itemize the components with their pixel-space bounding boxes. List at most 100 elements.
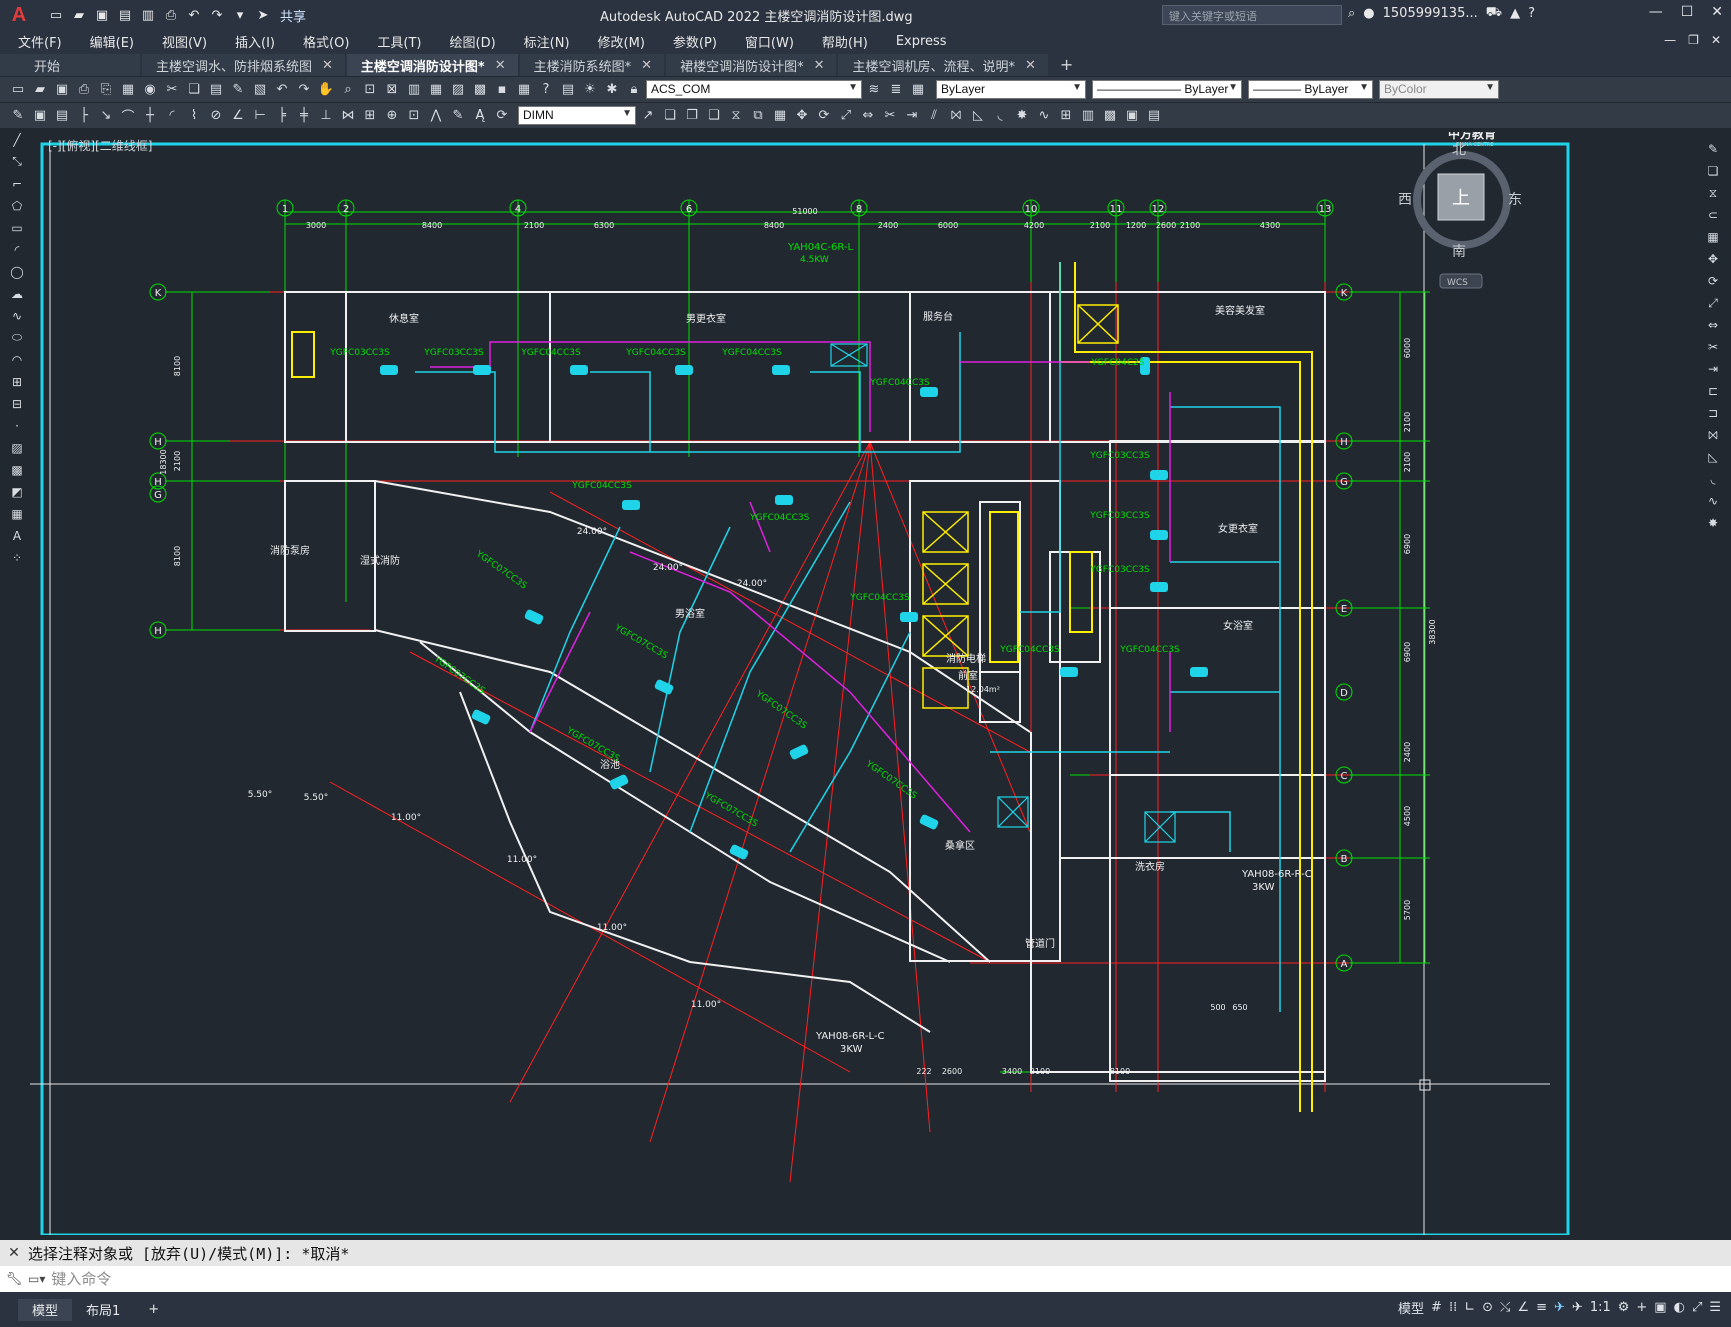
explode-icon[interactable]: ✸ (1012, 106, 1032, 126)
floor-plan-drawing[interactable]: 1 2 4 6 8 10 11 12 13KHHGHKHGEDCBA 3000 8400 2100 6… (30, 126, 1694, 1237)
redo-icon[interactable]: ↷ (294, 80, 314, 100)
share-icon[interactable]: ➤ (253, 5, 273, 25)
menu-insert[interactable]: 插入(I) (217, 32, 285, 51)
polyline-icon[interactable]: ⌐ (7, 174, 27, 193)
mtext-icon[interactable]: A (7, 526, 27, 545)
plot-preview-icon[interactable]: ⎘ (96, 80, 116, 100)
add-icon[interactable]: + (1636, 1300, 1647, 1315)
baseline-icon[interactable]: ╞ (272, 106, 292, 126)
layer-freeze-icon[interactable]: ✱ (602, 80, 622, 100)
annotation-visibility-icon[interactable]: ✈ (1572, 1300, 1583, 1315)
save-icon[interactable]: ▣ (52, 80, 72, 100)
radius-icon[interactable]: ◜ (162, 106, 182, 126)
autocad-logo-icon[interactable]: A (6, 2, 32, 28)
viewcube[interactable]: 上 北 南 东 西 WCS (1398, 142, 1522, 289)
doc-minimize-icon[interactable]: — (1664, 33, 1676, 47)
block-editor-icon[interactable]: ▧ (250, 80, 270, 100)
hatch-icon[interactable]: ▨ (7, 438, 27, 457)
stretch-icon[interactable]: ⇔ (858, 106, 878, 126)
blend-icon[interactable]: ∿ (1034, 106, 1054, 126)
snap-icon[interactable]: ⁞⁞ (1449, 1300, 1457, 1315)
dimstyle-combo[interactable]: DIMN ▼ (518, 106, 636, 125)
tab-close-icon[interactable]: ✕ (495, 58, 506, 73)
color-combo[interactable]: ByLayer ▼ (936, 80, 1086, 99)
tab-close-icon[interactable]: ✕ (814, 58, 825, 73)
center-mark-icon[interactable]: ⊕ (382, 106, 402, 126)
search-icon[interactable]: ⌕ (1348, 6, 1355, 21)
menu-format[interactable]: 格式(O) (285, 32, 359, 51)
lineweight-combo[interactable]: ———— ByLayer ▼ (1248, 80, 1373, 99)
menu-help[interactable]: 帮助(H) (804, 32, 878, 51)
mirror-obj-icon[interactable]: ⧖ (1703, 184, 1723, 202)
break-obj-icon[interactable]: ⊐ (1703, 404, 1723, 422)
inspection-icon[interactable]: ⊡ (404, 106, 424, 126)
match-properties-icon[interactable]: ✎ (228, 80, 248, 100)
tab-main-hvac-water[interactable]: 主楼空调水、防排烟系统图 ✕ (142, 54, 345, 76)
arc-icon[interactable]: ◜ (7, 240, 27, 259)
close-icon[interactable]: ✕ (1711, 4, 1723, 20)
chamfer-obj-icon[interactable]: ◺ (1703, 448, 1723, 466)
object-snap-icon[interactable]: ⤯ (1500, 1300, 1510, 1315)
tab-close-icon[interactable]: ✕ (1025, 58, 1036, 73)
new-icon[interactable]: ▭ (8, 80, 28, 100)
osnap-track-icon[interactable]: ∠ (1517, 1300, 1529, 1315)
grid-icon[interactable]: # (1431, 1300, 1442, 1315)
help-icon[interactable]: ? (536, 80, 556, 100)
hardware-accel-icon[interactable]: ▣ (1654, 1300, 1666, 1315)
rotate-icon[interactable]: ⟳ (814, 106, 834, 126)
user-icon[interactable]: ● (1363, 6, 1374, 21)
design-center-icon[interactable]: ▦ (426, 80, 446, 100)
menu-dimension[interactable]: 标注(N) (506, 32, 580, 51)
menu-draw[interactable]: 绘图(D) (432, 32, 506, 51)
new-file-icon[interactable]: ▭ (46, 5, 66, 25)
copy2-icon[interactable]: ❐ (682, 106, 702, 126)
circle-icon[interactable]: ◯ (7, 262, 27, 281)
mirror-icon[interactable]: ⧖ (726, 106, 746, 126)
wcs-label[interactable]: WCS (1447, 278, 1468, 288)
viewcube-top-label[interactable]: 上 (1452, 188, 1470, 209)
table-icon[interactable]: ▦ (7, 504, 27, 523)
fillet-obj-icon[interactable]: ◟ (1703, 470, 1723, 488)
attribute-icon[interactable]: ▩ (1100, 106, 1120, 126)
array-icon[interactable]: ▦ (770, 106, 790, 126)
tab-layout1[interactable]: 布局1 (72, 1299, 134, 1321)
erase-icon[interactable]: ✎ (1703, 140, 1723, 158)
help-button[interactable]: ? (1528, 6, 1535, 21)
markup-icon[interactable]: ▪ (492, 80, 512, 100)
gradient-icon[interactable]: ▩ (7, 460, 27, 479)
construction-line-icon[interactable]: ⤡ (7, 152, 27, 171)
frame-grip[interactable] (1419, 1079, 1431, 1091)
dim-update-icon[interactable]: ⟳ (492, 106, 512, 126)
undo-icon[interactable]: ↶ (272, 80, 292, 100)
close-icon[interactable]: ✕ (0, 1245, 28, 1261)
command-input[interactable] (51, 1270, 1552, 1288)
dim-break-icon[interactable]: ⋈ (338, 106, 358, 126)
annotate-icon[interactable]: ▤ (52, 106, 72, 126)
undo-icon[interactable]: ↶ (184, 5, 204, 25)
copy-obj-icon[interactable]: ❏ (1703, 162, 1723, 180)
join-obj-icon[interactable]: ⨝ (1703, 426, 1723, 444)
tool-palettes-icon[interactable]: ▨ (448, 80, 468, 100)
paste-icon[interactable]: ▤ (206, 80, 226, 100)
scale-obj-icon[interactable]: ⤢ (1703, 294, 1723, 312)
revcloud-icon[interactable]: ☁ (7, 284, 27, 303)
layer-combo[interactable]: ACS_COM ▼ (646, 80, 862, 99)
menu-parametric[interactable]: 参数(P) (655, 32, 727, 51)
dim-space-icon[interactable]: ⊥ (316, 106, 336, 126)
minimize-icon[interactable]: — (1649, 4, 1663, 20)
plotstyle-combo[interactable]: ByColor ▼ (1379, 80, 1499, 99)
chamfer-icon[interactable]: ◺ (968, 106, 988, 126)
offset-obj-icon[interactable]: ⊂ (1703, 206, 1723, 224)
point-icon[interactable]: · (7, 416, 27, 435)
break-icon[interactable]: ⫽ (924, 106, 944, 126)
polar-icon[interactable]: ⊙ (1482, 1300, 1493, 1315)
menu-view[interactable]: 视图(V) (144, 32, 217, 51)
tab-main-hvac-fire[interactable]: 主楼空调消防设计图* ✕ (346, 54, 518, 76)
menu-tools[interactable]: 工具(T) (359, 32, 431, 51)
maximize-icon[interactable]: ☐ (1681, 4, 1694, 20)
customize-icon[interactable]: 🔧︎ (0, 1272, 28, 1287)
copy-icon[interactable]: ❏ (184, 80, 204, 100)
arc-length-icon[interactable]: ⌒ (118, 106, 138, 126)
spline-icon[interactable]: ∿ (7, 306, 27, 325)
save-as-icon[interactable]: ▤ (115, 5, 135, 25)
